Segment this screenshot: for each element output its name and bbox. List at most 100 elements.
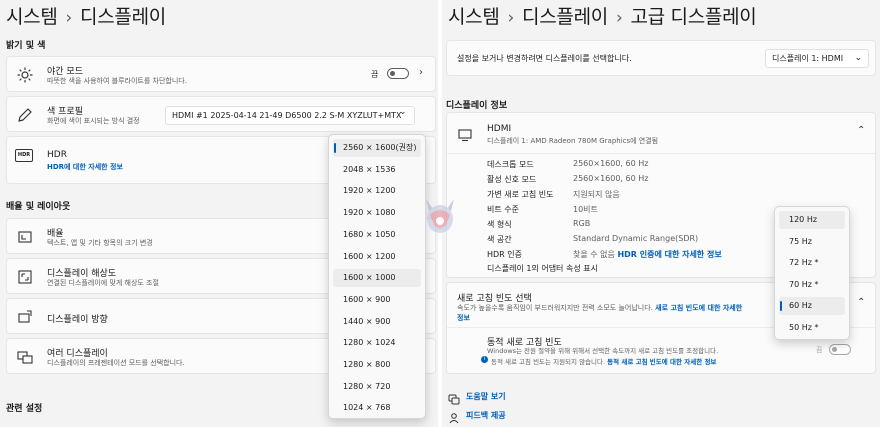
refresh-sub: 속도가 높을수록 움직임이 부드러워지지만 전력 소모도 늘어납니다. — [457, 304, 653, 312]
night-mode-state: 끔 — [371, 70, 379, 79]
dynamic-sub: Windows는 전원 절약을 위해 위해서 선택한 속도까지 새로 고침 빈도… — [487, 347, 719, 355]
hdr-title: HDR — [47, 150, 67, 160]
info-value: 2560×1600, 60 Hz — [573, 159, 649, 168]
resolution-option[interactable]: 1920 × 1200 — [333, 182, 421, 200]
select-display-prompt: 설정을 보거나 변경하려면 디스플레이를 선택합니다. — [457, 54, 632, 63]
dynamic-state: 끔 — [816, 346, 823, 354]
scale-sub: 텍스트, 앱 및 기타 항목의 크기 변경 — [47, 239, 153, 247]
page-title-advanced: 시스템 › 디스플레이 › 고급 디스플레이 — [448, 2, 757, 29]
display-settings-panel: 시스템 › 디스플레이 밝기 및 색 야간 모드 따뜻한 색을 사용하여 블루라이트… — [0, 0, 438, 427]
hdr-cert-value: 찾을 수 없음 — [573, 250, 615, 259]
scale-icon — [18, 231, 32, 243]
monitor-title: HDMI — [487, 124, 512, 134]
refresh-rate-option[interactable]: 70 Hz * — [779, 276, 845, 294]
refresh-info-link[interactable]: 새로 고침 빈도에 대한 자세한 — [655, 304, 742, 312]
breadcrumb-separator: › — [507, 8, 515, 28]
refresh-rate-option[interactable]: 120 Hz — [779, 211, 845, 229]
hdr-cert-link[interactable]: HDR 인증에 대한 자세한 정보 — [617, 250, 721, 259]
display-select[interactable]: 디스플레이 1: HDMI ⌄ — [765, 49, 869, 68]
info-label: 데스크톱 모드 — [487, 160, 534, 169]
resolution-option[interactable]: 1280 × 720 — [333, 378, 421, 396]
refresh-rate-option[interactable]: 60 Hz — [779, 297, 845, 315]
orientation-icon — [18, 310, 32, 323]
section-related: 관련 설정 — [6, 404, 43, 414]
info-label: 색 형식 — [487, 220, 512, 229]
resolution-option[interactable]: 1600 × 900 — [333, 291, 421, 309]
info-label: 가변 새로 고침 빈도 — [487, 190, 554, 199]
dynamic-refresh-toggle[interactable] — [829, 344, 851, 355]
breadcrumb-system[interactable]: 시스템 — [6, 6, 58, 28]
resolution-option[interactable]: 2048 × 1536 — [333, 161, 421, 179]
feedback-icon — [448, 409, 460, 424]
resolution-option[interactable]: 2560 × 1600(권장) — [333, 139, 421, 157]
refresh-info-link-2[interactable]: 정보 — [457, 313, 470, 323]
chevron-right-icon: › — [419, 67, 423, 78]
refresh-rate-option[interactable]: 50 Hz * — [779, 319, 845, 337]
resolution-option[interactable]: 1920 × 1080 — [333, 204, 421, 222]
chevron-down-icon: ⌄ — [854, 53, 862, 63]
help-icon — [448, 390, 460, 405]
resolution-option[interactable]: 1680 × 1050 — [333, 226, 421, 244]
help-link[interactable]: 도움말 보기 — [466, 391, 506, 402]
color-profile-value: HDMI #1 2025-04-14 21-49 D6500 2.2 S-M X… — [172, 111, 402, 120]
dynamic-note: 동적 새로 고침 빈도는 지원되지 않습니다. — [491, 358, 606, 366]
info-value: 2560×1600, 60 Hz — [573, 174, 649, 183]
brightness-icon — [17, 67, 33, 83]
breadcrumb-current: 디스플레이 — [80, 6, 166, 28]
night-mode-sub: 따뜻한 색을 사용하여 블루라이트를 차단합니다. — [47, 77, 187, 85]
info-label: 비트 수준 — [487, 205, 519, 214]
refresh-rate-option[interactable]: 72 Hz * — [779, 254, 845, 272]
advanced-display-panel: 시스템 › 디스플레이 › 고급 디스플레이 설정을 보거나 변경하려면 디스플레이를 … — [442, 0, 880, 427]
breadcrumb-system[interactable]: 시스템 — [448, 6, 500, 28]
color-profile-sub: 화면에 색이 표시되는 방식 결정 — [47, 117, 140, 125]
chevron-down-icon: ⌄ — [399, 107, 407, 117]
monitor-sub: 디스플레이 1: AMD Radeon 780M Graphics에 연결됨 — [487, 137, 659, 145]
info-value: 지원되지 않음 — [573, 190, 620, 199]
info-value: Standard Dynamic Range(SDR) — [573, 234, 699, 243]
hdr-cert-label: HDR 인증 — [487, 250, 522, 259]
mascot-logo — [426, 199, 454, 233]
info-label: 색 공간 — [487, 235, 512, 244]
breadcrumb-separator: › — [65, 8, 73, 28]
resolution-dropdown[interactable]: 2560 × 1600(권장) 2048 × 1536 1920 × 1200 192… — [328, 134, 426, 419]
hdr-icon: HDR — [15, 149, 33, 162]
resolution-option[interactable]: 1440 × 900 — [333, 313, 421, 331]
breadcrumb-display[interactable]: 디스플레이 — [522, 6, 608, 28]
resolution-option[interactable]: 1024 × 768 — [333, 399, 421, 417]
resolution-option[interactable]: 1280 × 800 — [333, 356, 421, 374]
section-brightness: 밝기 및 색 — [6, 41, 46, 51]
dynamic-info-link[interactable]: 동적 새로 고침 빈도에 대한 자세한 정보 — [607, 358, 716, 366]
pen-icon — [18, 108, 32, 122]
resolution-option[interactable]: 1280 × 1024 — [333, 334, 421, 352]
night-mode-row[interactable]: 야간 모드 따뜻한 색을 사용하여 블루라이트를 차단합니다. 끔 › — [6, 56, 436, 92]
info-value: RGB — [573, 219, 591, 228]
adapter-properties-link[interactable]: 디스플레이 1의 어댑터 속성 표시 — [487, 263, 598, 274]
display-select-value: 디스플레이 1: HDMI — [772, 54, 844, 63]
info-value: 10비트 — [573, 205, 598, 214]
resolution-icon — [18, 270, 32, 284]
multi-display-icon — [17, 351, 33, 364]
section-layout: 배율 및 레이아웃 — [6, 202, 71, 212]
refresh-rate-dropdown[interactable]: 120 Hz 75 Hz 72 Hz * 70 Hz * 60 Hz 50 Hz * — [774, 206, 850, 340]
color-profile-select[interactable]: HDMI #1 2025-04-14 21-49 D6500 2.2 S-M X… — [165, 106, 415, 125]
refresh-rate-option[interactable]: 75 Hz — [779, 233, 845, 251]
info-icon: i — [481, 356, 488, 363]
page-title: 시스템 › 디스플레이 — [6, 2, 166, 29]
multi-display-sub: 디스플레이의 프레젠테이션 모드를 선택합니다. — [47, 359, 185, 367]
resolution-sub: 연결된 디스플레이에 맞게 해상도 조절 — [47, 279, 159, 287]
resolution-option[interactable]: 1600 × 1000 — [333, 269, 421, 288]
color-profile-row: 색 프로필 화면에 색이 표시되는 방식 결정 HDMI #1 2025-04-… — [6, 96, 436, 132]
chevron-up-icon[interactable]: ⌃ — [857, 125, 865, 136]
feedback-link[interactable]: 피드백 제공 — [466, 410, 506, 421]
select-display-row: 설정을 보거나 변경하려면 디스플레이를 선택합니다. 디스플레이 1: HDM… — [446, 40, 876, 76]
breadcrumb-current: 고급 디스플레이 — [630, 6, 757, 28]
breadcrumb-separator: › — [615, 8, 623, 28]
hdr-link[interactable]: HDR에 대한 자세한 정보 — [47, 162, 123, 172]
section-display-info: 디스플레이 정보 — [446, 101, 508, 111]
info-label: 활성 신호 모드 — [487, 175, 537, 184]
resolution-option[interactable]: 1600 × 1200 — [333, 248, 421, 266]
monitor-icon — [458, 129, 472, 142]
chevron-up-icon[interactable]: ⌃ — [857, 297, 865, 308]
night-mode-toggle[interactable] — [387, 68, 409, 79]
orientation-title: 디스플레이 방향 — [47, 315, 108, 325]
